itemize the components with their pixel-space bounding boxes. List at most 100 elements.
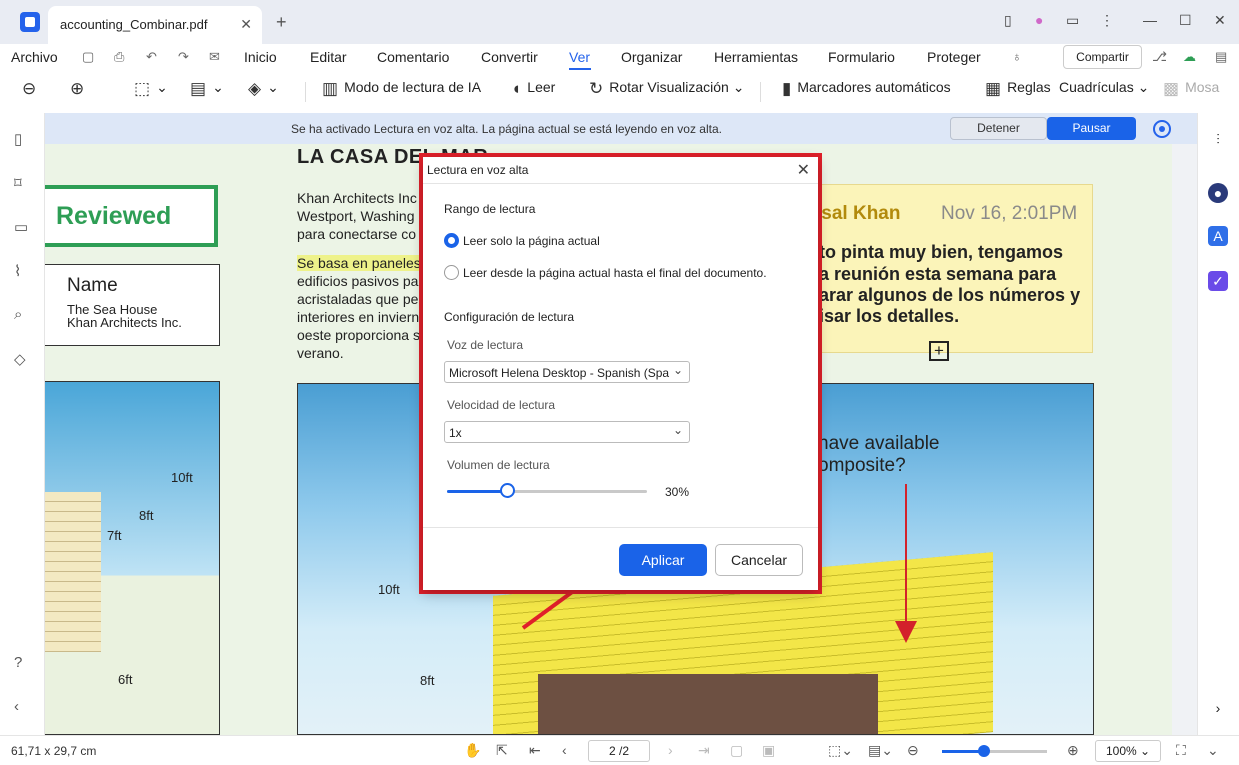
- more-options-icon[interactable]: ⌄: [1207, 742, 1219, 759]
- collapse-right-icon[interactable]: ›: [1208, 698, 1228, 718]
- dialog-divider: [423, 527, 818, 528]
- rotate-view-button[interactable]: ↻ Rotar Visualización ⌄: [589, 79, 744, 99]
- grids-button[interactable]: Cuadrículas ⌄: [1059, 79, 1149, 96]
- menu-formulario[interactable]: Formulario: [828, 49, 895, 65]
- cloud-sync-icon[interactable]: ☁: [1183, 49, 1196, 65]
- title-bar: accounting_Combinar.pdf ✕ + ▯ ● ▭ ⋮ — ☐ …: [0, 0, 1239, 44]
- view-mode-icon[interactable]: ▤⌄: [868, 742, 893, 759]
- next-page-icon[interactable]: ›: [668, 742, 673, 758]
- prev-page-icon[interactable]: ‹: [562, 742, 567, 758]
- translate-icon[interactable]: A: [1208, 226, 1228, 246]
- mail-icon[interactable]: ✉: [209, 49, 220, 65]
- minimize-button[interactable]: —: [1143, 12, 1157, 28]
- zoom-slider-handle[interactable]: [978, 745, 990, 757]
- page-thumbnail-icon[interactable]: ▯: [14, 130, 22, 148]
- fullscreen-icon[interactable]: ⛶: [1176, 742, 1186, 759]
- menu-editar[interactable]: Editar: [310, 49, 347, 65]
- zoom-out-icon[interactable]: ⊖: [907, 742, 919, 759]
- print-icon[interactable]: ⎙: [114, 49, 124, 65]
- close-tab-icon[interactable]: ✕: [240, 16, 252, 33]
- close-window-button[interactable]: ✕: [1214, 12, 1226, 29]
- bookmark-panel-icon[interactable]: ⌑: [14, 174, 22, 192]
- share-button[interactable]: Compartir: [1063, 45, 1142, 69]
- voice-select[interactable]: Microsoft Helena Desktop - Spanish (Spai…: [444, 361, 690, 383]
- new-tab-icon[interactable]: +: [276, 12, 287, 33]
- panel-icon[interactable]: ▤: [1215, 49, 1227, 65]
- ai-assistant-icon[interactable]: ●: [1208, 183, 1228, 203]
- zoom-select[interactable]: 100% ⌄: [1095, 740, 1161, 762]
- name-box: Name The Sea House Khan Architects Inc.: [45, 264, 220, 346]
- network-icon[interactable]: ⎇: [1152, 49, 1167, 65]
- zoom-value: 100%: [1106, 744, 1137, 758]
- collapse-left-icon[interactable]: ‹: [14, 698, 19, 715]
- radio-current-page[interactable]: [444, 233, 459, 248]
- fit-page-icon[interactable]: ▢: [730, 742, 743, 759]
- vertical-scrollbar[interactable]: [1172, 144, 1197, 735]
- speed-label: Velocidad de lectura: [447, 398, 556, 412]
- cancel-button[interactable]: Cancelar: [715, 544, 803, 576]
- menu-comentario[interactable]: Comentario: [377, 49, 449, 65]
- volume-slider-track[interactable]: [447, 490, 647, 493]
- rulers-button[interactable]: ▦ Reglas: [985, 79, 1051, 99]
- tablet-icon[interactable]: ▯: [1004, 12, 1012, 29]
- zoom-slider-track[interactable]: [942, 750, 1047, 753]
- radio-to-end-label[interactable]: Leer desde la página actual hasta el fin…: [463, 266, 767, 280]
- pause-button[interactable]: Pausar: [1047, 117, 1136, 140]
- menu-file[interactable]: Archivo: [11, 49, 58, 65]
- menu-convertir[interactable]: Convertir: [481, 49, 538, 65]
- comment-panel-icon[interactable]: ▭: [14, 218, 28, 236]
- sticky-note[interactable]: isal Khan Nov 16, 2:01PM to pinta muy bi…: [782, 184, 1093, 353]
- fit-width-icon[interactable]: ▣: [762, 742, 775, 759]
- avatar-icon[interactable]: ●: [1035, 12, 1043, 28]
- close-icon[interactable]: ✕: [797, 160, 810, 180]
- menu-inicio[interactable]: Inicio: [244, 49, 277, 65]
- first-page-icon[interactable]: ⇤: [529, 742, 541, 759]
- menu-ver[interactable]: Ver: [569, 49, 590, 65]
- apply-button[interactable]: Aplicar: [619, 544, 707, 576]
- check-task-icon[interactable]: ✓: [1208, 271, 1228, 291]
- settings-icon[interactable]: [1153, 120, 1171, 138]
- help-icon[interactable]: ?: [14, 654, 22, 671]
- page-layout-icon[interactable]: ▤ ⌄: [190, 79, 224, 99]
- menu-proteger[interactable]: Proteger: [927, 49, 981, 65]
- highlighted-text[interactable]: Se basa en paneles: [297, 255, 421, 271]
- menu-herramientas[interactable]: Herramientas: [714, 49, 798, 65]
- undo-icon[interactable]: ↶: [146, 49, 157, 65]
- fill-color-icon[interactable]: ◈ ⌄: [248, 79, 279, 99]
- hand-tool-icon[interactable]: ✋: [464, 742, 481, 759]
- last-page-icon[interactable]: ⇥: [698, 742, 710, 759]
- zoom-in-icon[interactable]: ⊕: [70, 79, 90, 99]
- ai-reading-mode-button[interactable]: ▥ Modo de lectura de IA: [322, 79, 481, 99]
- menu-organizar[interactable]: Organizar: [621, 49, 682, 65]
- select-mode-icon[interactable]: ⬚⌄: [828, 742, 853, 759]
- maximize-button[interactable]: ☐: [1179, 12, 1192, 29]
- page-number-input[interactable]: 2 /2: [588, 740, 650, 762]
- more-icon[interactable]: ⋮: [1100, 12, 1114, 29]
- select-cursor-icon[interactable]: ⇱: [496, 742, 508, 759]
- reading-range-heading: Rango de lectura: [444, 202, 536, 216]
- stop-button[interactable]: Detener: [950, 117, 1047, 140]
- attachment-icon[interactable]: ⌇: [14, 262, 21, 280]
- speed-select[interactable]: 1x ⌄: [444, 421, 690, 443]
- volume-slider-handle[interactable]: [500, 483, 515, 498]
- lightbulb-icon[interactable]: ♁: [1012, 49, 1022, 64]
- search-icon[interactable]: ⌕: [14, 306, 22, 323]
- auto-bookmarks-button[interactable]: ▮ Marcadores automáticos: [782, 79, 951, 99]
- save-icon[interactable]: ▢: [82, 49, 94, 65]
- redo-icon[interactable]: ↷: [178, 49, 189, 65]
- select-tool-icon[interactable]: ⬚ ⌄: [134, 79, 168, 99]
- properties-icon[interactable]: ⫶: [1208, 129, 1228, 149]
- stairs-drawing: [45, 492, 101, 652]
- reviewed-stamp[interactable]: Reviewed: [45, 185, 218, 247]
- message-icon[interactable]: ▭: [1066, 12, 1079, 29]
- zoom-out-icon[interactable]: ⊖: [22, 79, 42, 99]
- document-tab[interactable]: accounting_Combinar.pdf ✕: [48, 6, 262, 44]
- rotate-view-label: Rotar Visualización: [609, 79, 729, 95]
- add-annotation-icon[interactable]: +: [929, 341, 949, 361]
- zoom-in-icon[interactable]: ⊕: [1067, 742, 1079, 759]
- radio-current-page-label[interactable]: Leer solo la página actual: [463, 234, 600, 248]
- layers-icon[interactable]: ◇: [14, 350, 26, 368]
- read-aloud-button[interactable]: ◖ Leer: [511, 79, 555, 99]
- radio-to-end[interactable]: [444, 265, 459, 280]
- mosaic-button[interactable]: ▩ Mosa: [1163, 79, 1219, 99]
